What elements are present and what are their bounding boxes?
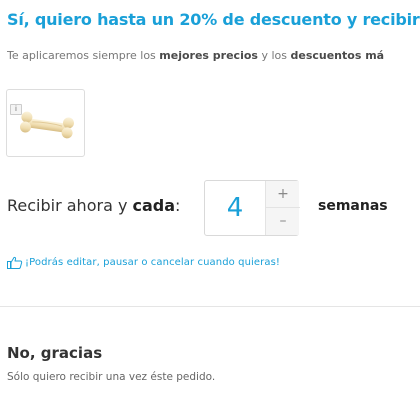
product-thumbnail[interactable]: i — [6, 89, 85, 157]
subline-text-2: y los — [257, 49, 291, 62]
stepper-buttons: + – — [265, 181, 300, 235]
weeks-stepper[interactable]: 4 + – — [204, 180, 300, 236]
thumbs-up-icon — [7, 256, 23, 269]
no-thanks-option-title[interactable]: No, gracias — [7, 344, 102, 362]
frequency-label-bold: cada — [132, 196, 176, 215]
edit-note: ¡Podrás editar, pausar o cancelar cuando… — [7, 255, 280, 269]
no-thanks-option-subtitle: Sólo quiero recibir una vez éste pedido. — [7, 371, 216, 383]
weeks-value-input[interactable]: 4 — [205, 181, 265, 235]
subline-text-1: Te aplicaremos siempre los — [7, 49, 160, 62]
increment-button[interactable]: + — [266, 181, 300, 208]
subscribe-headline[interactable]: Sí, quiero hasta un 20% de descuento y r… — [7, 10, 420, 29]
subline-bold-best-prices: mejores precios — [159, 49, 258, 62]
frequency-label: Recibir ahora y cada: — [7, 196, 180, 215]
weeks-unit-label: semanas — [318, 198, 388, 214]
decrement-button[interactable]: – — [266, 208, 300, 235]
dog-bone-chew-image — [20, 111, 74, 139]
edit-note-text: ¡Podrás editar, pausar o cancelar cuando… — [25, 256, 281, 268]
frequency-label-prefix: Recibir ahora y — [7, 196, 133, 215]
frequency-label-suffix: : — [175, 196, 181, 215]
subscribe-description: Te aplicaremos siempre los mejores preci… — [7, 49, 420, 62]
subline-bold-discounts: descuentos má — [290, 49, 385, 62]
options-divider — [0, 306, 420, 307]
